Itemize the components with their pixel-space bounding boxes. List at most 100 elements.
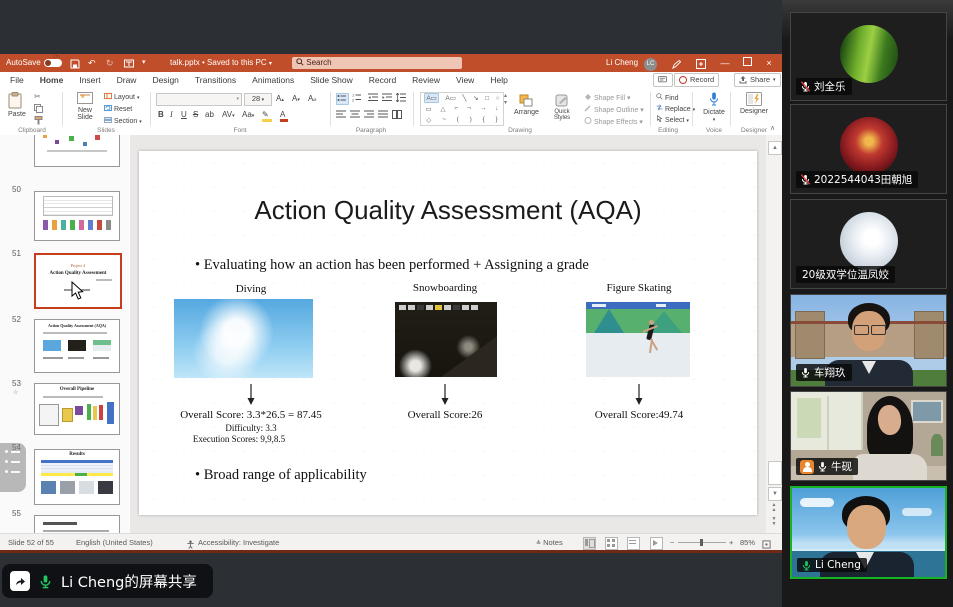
collapse-ribbon-icon[interactable]: ∧ <box>770 124 775 132</box>
participant-tile[interactable]: 刘全乐 <box>790 12 947 101</box>
bold-button[interactable]: B <box>158 110 164 119</box>
increase-indent-icon[interactable] <box>382 93 392 104</box>
example-label-figure-skating[interactable]: Figure Skating <box>579 282 699 294</box>
numbering-button[interactable]: 12 <box>352 93 362 104</box>
redo-icon[interactable]: ↻ <box>106 54 114 72</box>
view-slide-sorter-icon[interactable] <box>605 537 618 550</box>
view-slideshow-icon[interactable] <box>650 537 663 550</box>
layout-button[interactable]: Layout ▾ <box>104 93 139 101</box>
section-button[interactable]: Section ▾ <box>104 117 142 125</box>
select-button[interactable]: Select ▾ <box>656 115 689 124</box>
slide-thumbnail-55[interactable] <box>34 515 120 533</box>
strikethrough-button[interactable]: S <box>193 110 198 119</box>
shape-fill-button[interactable]: Shape Fill ▾ <box>584 93 631 102</box>
shape-effects-button[interactable]: Shape Effects ▾ <box>584 117 643 126</box>
shape-gallery-item[interactable]: A▭ <box>445 94 455 102</box>
bullets-button[interactable] <box>336 93 349 105</box>
shape-gallery-item[interactable]: □ <box>485 95 489 102</box>
shape-gallery-item[interactable]: ○ <box>496 95 500 102</box>
figure-skating-image[interactable] <box>586 302 690 377</box>
align-right-icon[interactable] <box>364 110 374 121</box>
justify-icon[interactable] <box>378 110 388 121</box>
slide-thumbnail-52[interactable]: Action Quality Assessment (AQA) <box>34 319 120 373</box>
text-shadow-button[interactable]: ab <box>205 110 214 119</box>
participant-tile-active-speaker[interactable]: Li Cheng <box>790 486 947 579</box>
change-case-button[interactable]: Aa▾ <box>242 110 254 119</box>
font-size-box[interactable]: 28 ▾ <box>244 93 272 106</box>
zoom-out-icon[interactable]: − <box>670 534 674 551</box>
reset-button[interactable]: Reset <box>104 105 132 113</box>
figure-skating-overall-score[interactable]: Overall Score:49.74 <box>569 409 709 421</box>
columns-icon[interactable] <box>392 110 402 121</box>
participant-tile[interactable]: 车翔玖 <box>790 294 947 387</box>
scroll-down-icon[interactable]: ▼ <box>768 487 782 501</box>
shape-gallery-item[interactable]: ◇ <box>426 116 431 124</box>
copy-icon[interactable] <box>34 104 43 115</box>
shape-gallery-item[interactable]: ▭ <box>425 105 431 113</box>
slide-bullet-1[interactable]: Evaluating how an action has been perfor… <box>195 257 589 274</box>
slide-thumbnail-50[interactable] <box>34 191 120 241</box>
scroll-thumb[interactable] <box>768 461 782 485</box>
cut-icon[interactable]: ✂ <box>34 92 41 101</box>
slide-title[interactable]: Action Quality Assessment (AQA) <box>139 195 757 226</box>
snowboarding-overall-score[interactable]: Overall Score:26 <box>385 409 505 421</box>
shape-gallery-item[interactable]: ⌐ <box>454 105 458 112</box>
shape-gallery-item[interactable]: ( <box>457 116 459 123</box>
zoom-level[interactable]: 85% <box>740 534 755 551</box>
view-reading-icon[interactable] <box>627 537 640 550</box>
shape-gallery-item[interactable]: ) <box>470 116 472 123</box>
paste-button[interactable]: Paste <box>8 92 26 118</box>
minimize-button[interactable]: — <box>716 54 734 72</box>
participant-tile[interactable]: 2022544043田朝旭 <box>790 104 947 194</box>
shape-gallery-item[interactable]: △ <box>441 105 446 113</box>
diving-execution-scores[interactable]: Execution Scores: 9,9,8.5 <box>139 434 339 444</box>
arrange-button[interactable]: Arrange <box>514 94 539 116</box>
example-label-snowboarding[interactable]: Snowboarding <box>385 282 505 294</box>
clear-formatting-icon[interactable]: A⌀ <box>308 94 316 103</box>
shape-gallery-item[interactable]: → <box>480 105 487 112</box>
designer-button[interactable]: Designer <box>736 92 772 115</box>
snowboarding-image[interactable] <box>395 302 497 377</box>
shape-gallery-item[interactable]: { <box>483 116 485 123</box>
font-name-box[interactable]: ▾ <box>156 93 242 106</box>
previous-slide-button[interactable]: ▲▲ <box>768 503 780 515</box>
restore-button[interactable] <box>738 54 756 72</box>
zoom-in-icon[interactable]: + <box>729 534 733 551</box>
comments-button[interactable] <box>653 73 673 87</box>
participant-tile[interactable]: 牛砚 <box>790 391 947 481</box>
quick-styles-button[interactable]: Quick Styles <box>548 94 576 121</box>
example-label-diving[interactable]: Diving <box>201 283 301 295</box>
annotation-toolbar-handle[interactable] <box>0 443 26 492</box>
next-slide-button[interactable]: ▼▼ <box>768 517 780 529</box>
shape-gallery-item[interactable]: ↓ <box>495 105 498 112</box>
scroll-up-icon[interactable]: ▲ <box>768 141 782 155</box>
character-spacing-button[interactable]: AV▾ <box>222 110 235 119</box>
document-title[interactable]: talk.pptx • Saved to this PC ▾ <box>170 54 272 73</box>
close-button[interactable]: × <box>760 54 778 72</box>
slide-52-canvas[interactable]: Action Quality Assessment (AQA) Evaluati… <box>139 151 757 515</box>
italic-button[interactable]: I <box>170 110 173 119</box>
search-box[interactable]: Search <box>292 57 462 69</box>
shape-gallery-scroll[interactable]: ▴▾ <box>504 92 507 106</box>
participant-tile[interactable]: 20级双学位温凤姣 <box>790 199 947 289</box>
diving-difficulty[interactable]: Difficulty: 3.3 <box>151 423 351 433</box>
align-center-icon[interactable] <box>350 110 360 121</box>
font-color-button[interactable]: A <box>280 110 288 122</box>
shape-gallery-item[interactable]: ~ <box>442 116 446 123</box>
autosave-toggle[interactable]: AutoSaveOn <box>6 54 62 72</box>
zoom-slider-thumb[interactable] <box>700 539 703 546</box>
shape-gallery-item[interactable]: } <box>495 116 497 123</box>
quick-access-more-icon[interactable]: ▾ <box>142 54 146 72</box>
slide-thumbnail-49[interactable] <box>34 135 120 167</box>
slide-thumbnail-54[interactable]: Results <box>34 449 120 505</box>
record-button[interactable]: Record <box>674 73 719 87</box>
align-left-icon[interactable] <box>336 110 346 121</box>
slide-bullet-2[interactable]: Broad range of applicability <box>195 467 367 484</box>
screen-share-banner[interactable]: Li Cheng的屏幕共享 <box>2 564 213 598</box>
accessibility-status[interactable]: Accessibility: Investigate <box>198 534 279 551</box>
shape-gallery-item[interactable]: ¬ <box>467 105 471 112</box>
shape-outline-button[interactable]: Shape Outline ▾ <box>584 105 644 114</box>
format-painter-icon[interactable] <box>34 116 43 127</box>
dictate-button[interactable]: Dictate▾ <box>700 92 728 123</box>
find-button[interactable]: Find <box>656 93 679 102</box>
